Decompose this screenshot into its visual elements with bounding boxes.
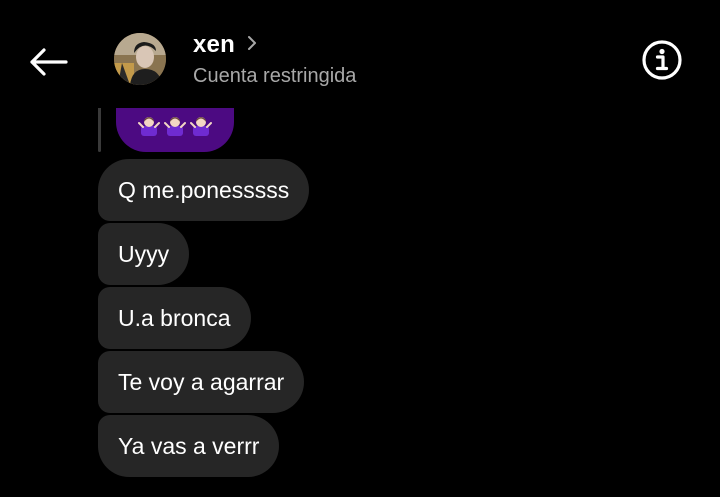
chat-header: xen Cuenta restringida bbox=[0, 0, 720, 108]
message-text: Q me.ponesssss bbox=[118, 176, 290, 203]
message-bubble[interactable]: Q me.ponesssss bbox=[98, 159, 310, 221]
info-button[interactable] bbox=[640, 38, 684, 82]
back-button[interactable] bbox=[24, 40, 72, 84]
message-bubble[interactable]: Uyyy bbox=[98, 223, 190, 285]
account-status: Cuenta restringida bbox=[193, 65, 357, 87]
message-text: Ya vas a verrr bbox=[118, 432, 260, 459]
reply-indicator-bar bbox=[98, 106, 101, 152]
message-bubble[interactable]: U.a bronca bbox=[98, 287, 251, 349]
woman-shrugging-emoji-icon bbox=[164, 117, 186, 136]
message-text: U.a bronca bbox=[118, 304, 231, 331]
arrow-left-icon bbox=[30, 48, 68, 76]
chevron-right-icon bbox=[247, 36, 256, 50]
shrug-emoji-group bbox=[138, 114, 212, 136]
chat-screen: Q me.ponesssss Uyyy U.a bronca Te voy a … bbox=[0, 0, 720, 497]
message-bubble[interactable]: Te voy a agarrar bbox=[98, 351, 305, 413]
message-text: Te voy a agarrar bbox=[118, 368, 285, 395]
message-bubble[interactable]: Ya vas a verrr bbox=[98, 415, 280, 477]
info-circle-icon bbox=[642, 40, 682, 80]
message-text: Uyyy bbox=[118, 240, 170, 267]
username: xen bbox=[193, 31, 235, 58]
profile-photo bbox=[114, 33, 166, 85]
profile-name-link[interactable]: xen bbox=[193, 31, 257, 59]
avatar[interactable] bbox=[114, 33, 166, 85]
woman-shrugging-emoji-icon bbox=[138, 117, 160, 136]
woman-shrugging-emoji-icon bbox=[190, 117, 212, 136]
